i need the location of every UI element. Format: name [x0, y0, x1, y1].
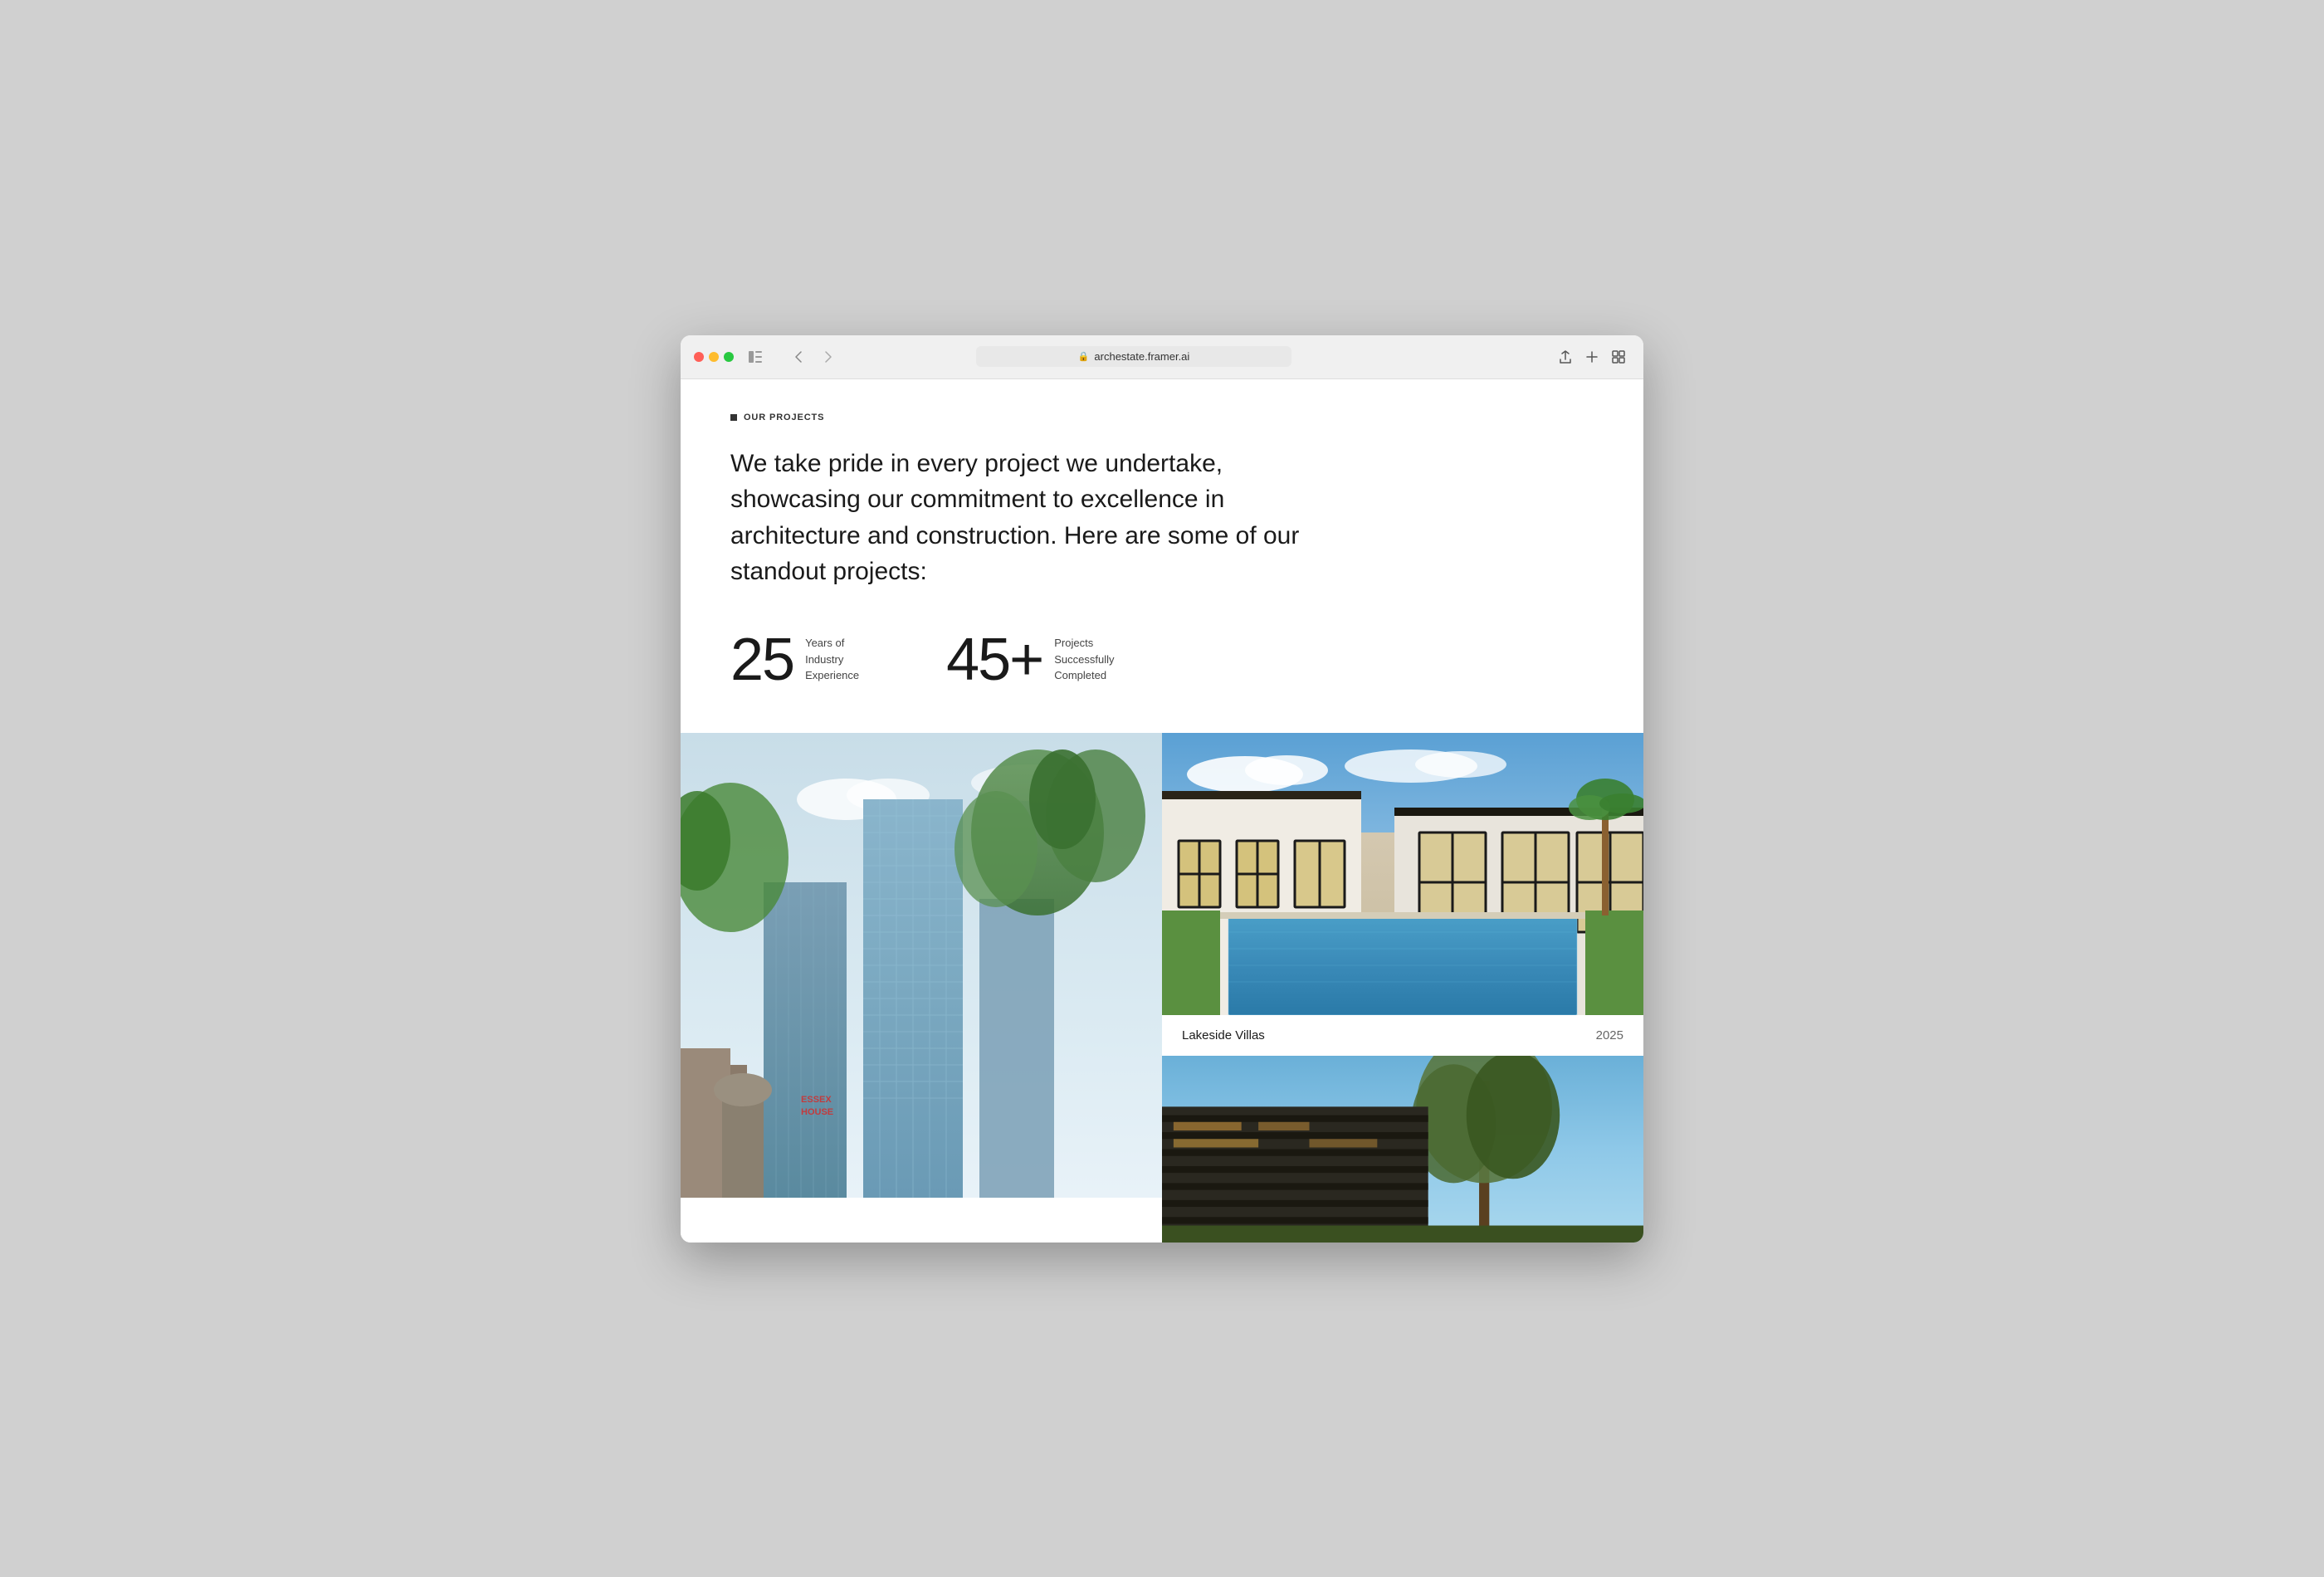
maximize-button[interactable] — [724, 352, 734, 362]
section-label-icon — [730, 414, 737, 421]
new-tab-button[interactable] — [1580, 345, 1604, 369]
sidebar-toggle-button[interactable] — [744, 345, 767, 369]
browser-chrome: 🔒 archestate.framer.ai — [681, 335, 1643, 379]
stats-row: 25 Years of Industry Experience 45+ Proj… — [730, 630, 1594, 690]
lock-icon: 🔒 — [1078, 351, 1090, 362]
project-caption-lakeside: Lakeside Villas 2025 — [1162, 1015, 1643, 1056]
project-card-forest — [1162, 1056, 1643, 1243]
right-column: Lakeside Villas 2025 — [1162, 733, 1643, 1243]
stat-projects-number: 45+ — [946, 630, 1042, 690]
page-content: OUR PROJECTS We take pride in every proj… — [681, 379, 1643, 1243]
forward-button[interactable] — [817, 345, 840, 369]
browser-nav-controls — [787, 345, 840, 369]
stat-projects-label: Projects Successfully Completed — [1054, 635, 1129, 684]
more-options-button[interactable] — [1607, 345, 1630, 369]
browser-window: 🔒 archestate.framer.ai — [681, 335, 1643, 1243]
section-label-text: OUR PROJECTS — [744, 413, 824, 422]
share-button[interactable] — [1554, 345, 1577, 369]
browser-actions — [1554, 345, 1630, 369]
project-card-pool — [1162, 733, 1643, 1015]
projects-grid: ESSEX HOUSE — [681, 733, 1643, 1243]
project-card-city: ESSEX HOUSE — [681, 733, 1162, 1198]
svg-text:ESSEX: ESSEX — [801, 1095, 832, 1105]
svg-text:HOUSE: HOUSE — [801, 1107, 833, 1117]
close-button[interactable] — [694, 352, 704, 362]
url-text: archestate.framer.ai — [1094, 350, 1189, 363]
stat-projects: 45+ Projects Successfully Completed — [946, 630, 1129, 690]
project-title-lakeside: Lakeside Villas — [1182, 1028, 1265, 1042]
stat-experience-label: Years of Industry Experience — [805, 635, 880, 684]
minimize-button[interactable] — [709, 352, 719, 362]
traffic-lights — [694, 352, 734, 362]
stat-experience-number: 25 — [730, 630, 793, 690]
back-button[interactable] — [787, 345, 810, 369]
section-label: OUR PROJECTS — [730, 413, 1594, 422]
project-year-lakeside: 2025 — [1596, 1028, 1623, 1042]
hero-text: We take pride in every project we undert… — [730, 446, 1328, 590]
address-bar[interactable]: 🔒 archestate.framer.ai — [976, 346, 1291, 367]
stat-experience: 25 Years of Industry Experience — [730, 630, 880, 690]
